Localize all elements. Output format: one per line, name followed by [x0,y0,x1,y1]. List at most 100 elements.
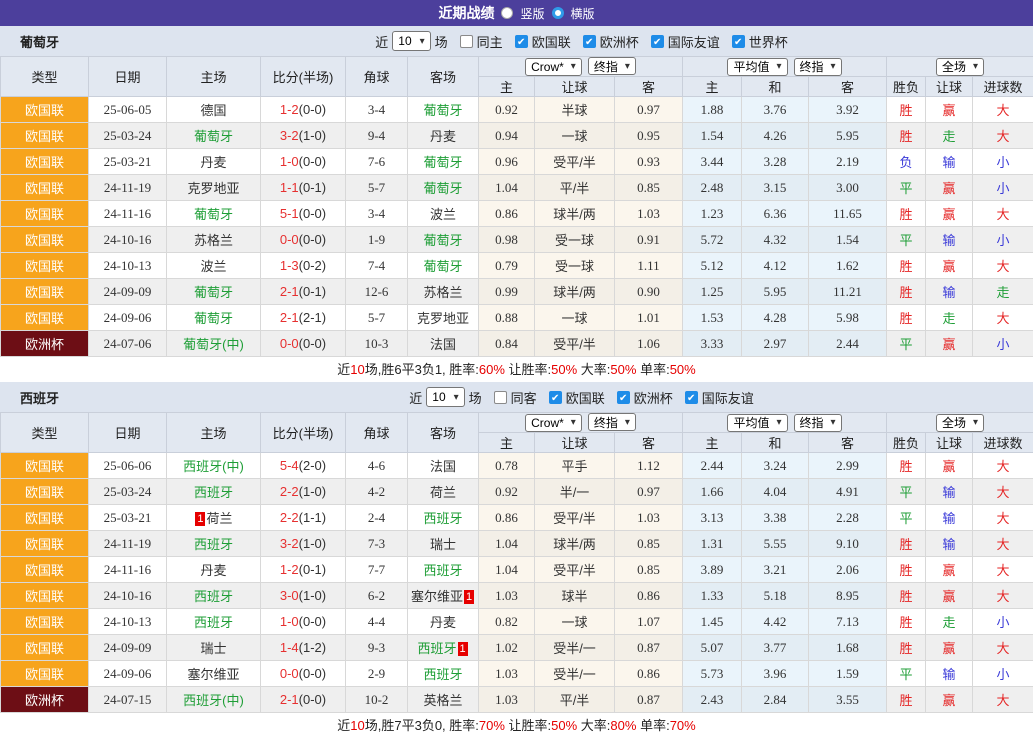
league-checkbox[interactable]: ✔ [583,35,596,48]
league-checkbox[interactable]: ✔ [732,35,745,48]
away-odds-cell: 0.85 [615,557,683,583]
chevron-down-icon: ▾ [571,417,576,428]
away-team-cell: 葡萄牙 [408,253,479,279]
handicap-cell: 球半 [535,583,615,609]
away-odds-cell: 0.93 [615,149,683,175]
handicap-result-cell: 走 [926,609,973,635]
away-team-name: 西班牙 [417,641,456,656]
avg-home-cell: 3.89 [683,557,742,583]
handicap-result-cell: 赢 [926,175,973,201]
goals-result-cell: 大 [973,557,1033,583]
date-cell: 24-07-06 [89,331,167,357]
goals-result-cell: 大 [973,635,1033,661]
handicap-result-cell: 输 [926,227,973,253]
home-team-cell: 葡萄牙 [167,279,261,305]
handicap-cell: 一球 [535,123,615,149]
fulltime-score: 3-0 [280,588,299,603]
fulltime-score: 2-1 [280,692,299,707]
home-team-name: 丹麦 [200,155,226,170]
away-odds-cell: 0.86 [615,661,683,687]
halftime-score: (0-1) [299,180,326,195]
score-cell: 0-0(0-0) [261,227,346,253]
home-team-name: 克罗地亚 [187,181,239,196]
fulltime-score: 1-2 [280,562,299,577]
handicap-result-cell: 输 [926,531,973,557]
home-team-cell: 波兰 [167,253,261,279]
home-team-cell: 西班牙 [167,583,261,609]
home-odds-cell: 0.98 [479,227,535,253]
home-team-name: 德国 [200,103,226,118]
summary-text: 单率: [636,362,669,377]
avg-draw-cell: 4.32 [742,227,809,253]
score-cell: 2-2(1-1) [261,505,346,531]
odds-final-select[interactable]: 终指▾ [588,413,636,431]
league-checkbox[interactable]: ✔ [685,391,698,404]
date-cell: 24-10-16 [89,227,167,253]
goals-result-cell: 小 [973,149,1033,175]
home-odds-cell: 1.04 [479,175,535,201]
average-source-select[interactable]: 平均值▾ [727,414,787,432]
table-row: 欧国联24-09-09葡萄牙2-1(0-1)12-6苏格兰0.99球半/两0.9… [1,279,1033,305]
date-cell: 25-06-06 [89,453,167,479]
horizontal-layout-radio[interactable] [552,7,564,19]
chevron-down-icon: ▾ [973,61,978,72]
match-result-cell: 平 [887,175,926,201]
avg-away-cell: 9.10 [809,531,887,557]
home-team-name: 波兰 [200,259,226,274]
fulltime-score: 1-2 [280,102,299,117]
halftime-score: (1-0) [299,484,326,499]
average-source-select[interactable]: 平均值▾ [727,58,787,76]
games-label: 场 [435,32,448,51]
league-checkbox[interactable]: ✔ [549,391,562,404]
match-count-select[interactable]: 10▾ [426,387,464,407]
league-checkbox[interactable]: ✔ [651,35,664,48]
sub-col-header: 让球 [926,77,973,97]
score-cell: 2-1(0-0) [261,687,346,713]
odds-source-select[interactable]: Crow*▾ [525,414,582,432]
match-count-select[interactable]: 10▾ [392,31,430,51]
fulltime-scope-select[interactable]: 全场▾ [936,414,984,432]
sub-col-header: 主 [683,77,742,97]
summary-text: 10 [350,718,364,733]
summary-text: 60% [479,362,505,377]
league-checkbox[interactable]: ✔ [515,35,528,48]
handicap-cell: 受一球 [535,227,615,253]
score-cell: 2-1(0-1) [261,279,346,305]
handicap-result-cell: 赢 [926,687,973,713]
avg-draw-cell: 4.28 [742,305,809,331]
handicap-result-cell: 赢 [926,635,973,661]
fulltime-scope-select[interactable]: 全场▾ [936,58,984,76]
away-odds-cell: 0.91 [615,227,683,253]
away-odds-cell: 1.03 [615,505,683,531]
avg-home-cell: 1.33 [683,583,742,609]
away-team-cell: 瑞士 [408,531,479,557]
handicap-result-cell: 输 [926,279,973,305]
sub-col-header: 和 [742,433,809,453]
competition-cell: 欧国联 [1,123,89,149]
same-venue-checkbox[interactable] [494,391,507,404]
home-team-name: 瑞士 [200,641,226,656]
avg-home-cell: 1.53 [683,305,742,331]
odds-final-select[interactable]: 终指▾ [588,57,636,75]
date-cell: 25-03-21 [89,505,167,531]
summary-text: 70% [670,718,696,733]
fulltime-score: 0-0 [280,336,299,351]
halftime-score: (0-0) [299,154,326,169]
average-final-select[interactable]: 终指▾ [794,414,842,432]
away-team-cell: 葡萄牙 [408,149,479,175]
vertical-layout-radio[interactable] [501,7,513,19]
match-result-cell: 胜 [887,687,926,713]
corner-cell: 4-2 [346,479,408,505]
league-label: 国际友谊 [668,32,720,51]
table-row: 欧洲杯24-07-06葡萄牙(中)0-0(0-0)10-3法国0.84受平/半1… [1,331,1033,357]
home-team-cell: 西班牙 [167,609,261,635]
average-final-select[interactable]: 终指▾ [794,58,842,76]
home-team-name: 葡萄牙 [194,311,233,326]
odds-source-select[interactable]: Crow*▾ [525,58,582,76]
same-venue-checkbox[interactable] [460,35,473,48]
summary-text: 50% [551,362,577,377]
col-header: 日期 [89,57,167,97]
match-result-cell: 胜 [887,201,926,227]
match-result-cell: 胜 [887,609,926,635]
league-checkbox[interactable]: ✔ [617,391,630,404]
